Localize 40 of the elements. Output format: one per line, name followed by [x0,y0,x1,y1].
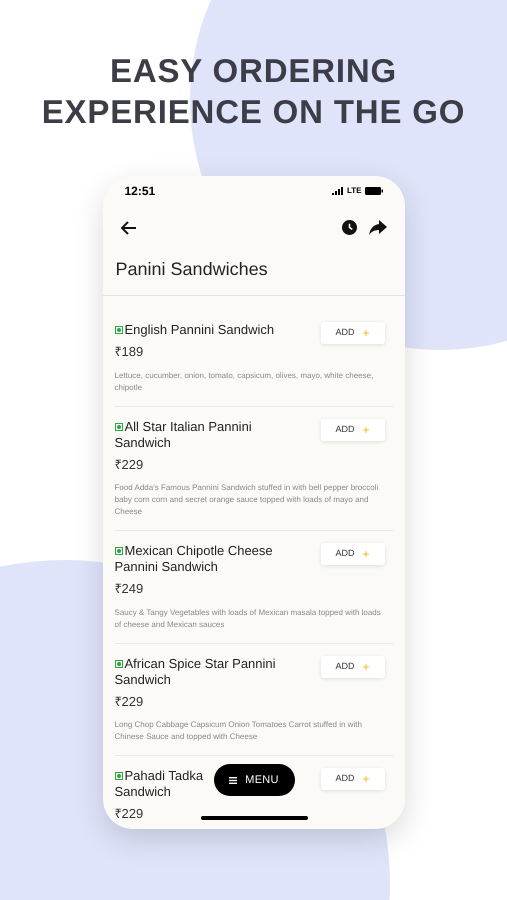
item-name: Mexican Chipotle Cheese [124,543,273,559]
page-title: Panini Sandwiches [114,258,269,281]
item-price: ₹189 [114,343,144,361]
add-button[interactable]: ADD + [320,656,384,678]
item-name: Sandwich [114,784,171,800]
item-price: ₹229 [114,456,144,474]
signal-icon [332,187,344,195]
veg-icon [114,422,122,430]
item-name: Pahadi Tadka [124,768,204,784]
status-time: 12:51 [124,183,156,200]
item-name: African Spice Star Pannini [124,656,276,672]
item-name: Pannini Sandwich [114,559,218,575]
item-name: Sandwich [114,672,171,688]
item-description: Lettuce, cucumber, onion, tomato, capsicum, olives, mayo, white cheese, chipotle [114,370,374,394]
veg-icon [114,660,122,668]
item-description: Food Adda's Famous Pannini Sandwich stuffed in with bell pepper broccoli baby corn corn and secret orange sauce topped with loads of mayo and Cheese [114,482,380,518]
veg-icon [114,772,122,780]
item-price: ₹229 [114,805,144,823]
menu-icon [229,776,238,784]
add-button[interactable]: ADD + [320,543,384,565]
item-name: English Pannini Sandwich [124,322,274,338]
add-button[interactable]: ADD + [320,418,384,440]
menu-button[interactable]: MENU [214,764,294,796]
battery-icon [364,187,382,195]
veg-icon [114,326,122,334]
item-price: ₹249 [114,580,144,598]
clock-icon[interactable] [342,220,356,235]
item-name: All Star Italian Pannini [124,418,252,434]
share-arrow-icon[interactable] [368,220,386,235]
headline: EXPERIENCE ON THE GO [42,92,466,132]
item-name: Sandwich [114,434,171,450]
network-label: LTE [346,185,362,197]
add-button[interactable]: ADD + [320,768,384,790]
veg-icon [114,547,122,555]
item-description: Long Chop Cabbage Capsicum Onion Tomatoes Carrot stuffed in with Chinese Sauce and topped with Cheese [114,719,363,743]
item-description: Saucy & Tangy Vegetables with loads of Mexican masala topped with loads of cheese and Mexican sauces [114,606,382,630]
item-price: ₹229 [114,692,144,710]
back-arrow-icon[interactable] [120,220,136,234]
headline: EASY ORDERING [110,51,397,91]
add-button[interactable]: ADD + [320,322,384,344]
